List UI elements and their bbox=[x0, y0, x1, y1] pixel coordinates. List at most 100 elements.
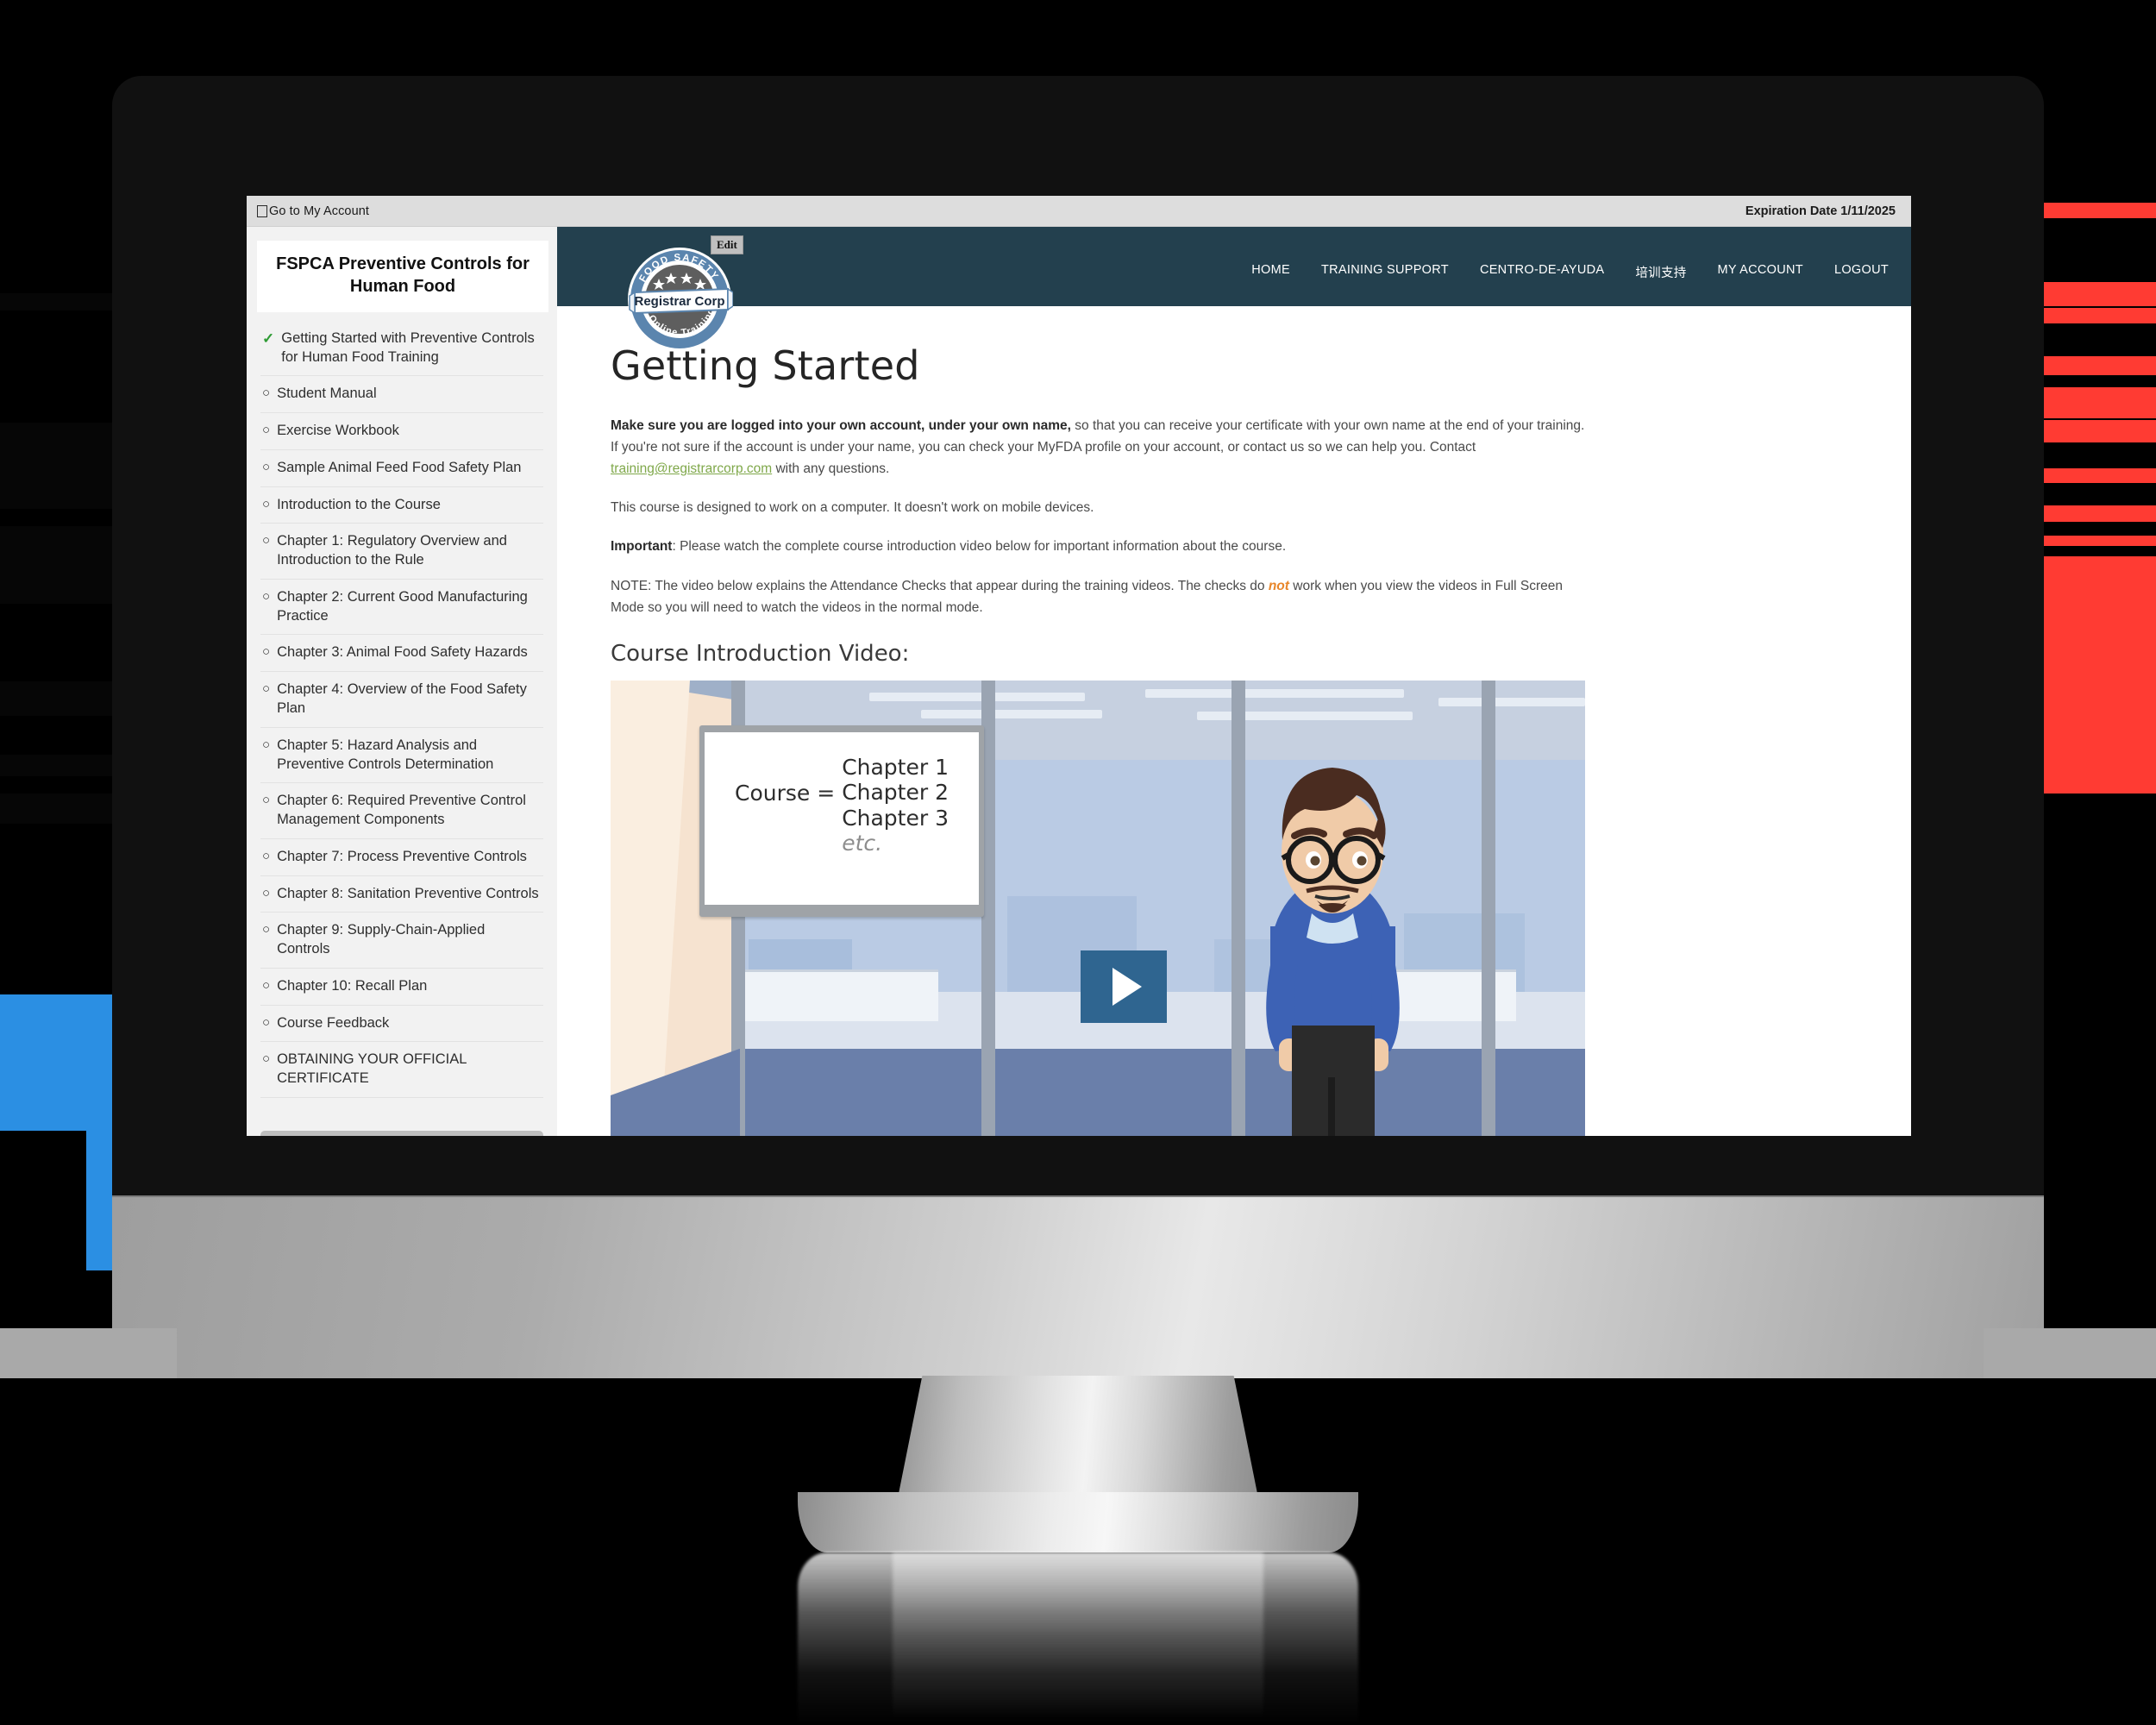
sidebar-item[interactable]: ○ Chapter 10: Recall Plan bbox=[260, 969, 543, 1006]
whiteboard-chapter-list: Chapter 1 Chapter 2 Chapter 3 etc. bbox=[842, 755, 949, 856]
sidebar-item[interactable]: ○ Course Feedback bbox=[260, 1006, 543, 1043]
circle-icon: ○ bbox=[262, 533, 271, 549]
sidebar-item[interactable]: ✓ Getting Started with Preventive Control… bbox=[260, 321, 543, 377]
paragraph-account-bold: Make sure you are logged into your own a… bbox=[611, 418, 1071, 433]
sidebar-item[interactable]: ○ Chapter 3: Animal Food Safety Hazards bbox=[260, 635, 543, 673]
sidebar-item[interactable]: ○ Chapter 8: Sanitation Preventive Contro… bbox=[260, 876, 543, 913]
nav-item[interactable]: LOGOUT bbox=[1834, 263, 1889, 281]
nav-item[interactable]: HOME bbox=[1251, 263, 1290, 281]
page-title: Getting Started bbox=[611, 342, 920, 389]
sidebar-item-label: Course Feedback bbox=[277, 1014, 390, 1031]
circle-icon: ○ bbox=[262, 1051, 271, 1067]
nav-item[interactable]: CENTRO-DE-AYUDA bbox=[1480, 263, 1604, 281]
video-window-mullion bbox=[1482, 680, 1495, 1136]
video-presenter-character bbox=[1266, 767, 1400, 1136]
decor-gray-strip-right bbox=[1984, 1328, 2156, 1378]
sidebar-item-label: Chapter 6: Required Preventive Control M… bbox=[277, 793, 526, 828]
note-pre: NOTE: The video below explains the Atten… bbox=[611, 578, 1269, 593]
monitor-screen: Go to My Account Expiration Date 1/11/20… bbox=[247, 196, 1911, 1136]
registrar-corp-logo[interactable]: FOOD SAFETY Online Training Registrar Co… bbox=[626, 246, 734, 353]
scene: Go to My Account Expiration Date 1/11/20… bbox=[0, 0, 2156, 1725]
video-ceiling-strip bbox=[1145, 688, 1404, 698]
video-play-button[interactable] bbox=[1081, 950, 1167, 1023]
checkbox-icon[interactable] bbox=[257, 204, 267, 217]
circle-icon: ○ bbox=[262, 588, 271, 604]
whiteboard-line-2: Chapter 2 bbox=[842, 780, 949, 806]
sidebar-item-label: Chapter 3: Animal Food Safety Hazards bbox=[277, 644, 528, 661]
sidebar-item[interactable]: ○ Chapter 6: Required Preventive Control… bbox=[260, 783, 543, 839]
course-sidebar: FSPCA Preventive Controls for Human Food… bbox=[247, 227, 557, 1136]
account-link-group[interactable]: Go to My Account bbox=[257, 204, 369, 218]
circle-icon: ○ bbox=[262, 848, 271, 863]
circle-icon: ○ bbox=[262, 496, 271, 511]
nav-item[interactable]: MY ACCOUNT bbox=[1718, 263, 1803, 281]
check-icon: ✓ bbox=[262, 329, 275, 347]
course-title-box: FSPCA Preventive Controls for Human Food bbox=[257, 241, 548, 312]
important-label: Important bbox=[611, 539, 673, 555]
nav-item[interactable]: 培训支持 bbox=[1635, 263, 1686, 281]
browser-utility-bar: Go to My Account Expiration Date 1/11/20… bbox=[247, 196, 1911, 227]
sidebar-item-label: Introduction to the Course bbox=[277, 496, 441, 512]
paragraph-important: Important: Please watch the complete cou… bbox=[611, 536, 1585, 557]
page-body: FSPCA Preventive Controls for Human Food… bbox=[247, 227, 1911, 1136]
sidebar-item[interactable]: ○ Chapter 1: Regulatory Overview and Int… bbox=[260, 524, 543, 580]
video-ceiling-strip bbox=[1438, 697, 1585, 706]
video-desk bbox=[740, 969, 938, 1021]
decor-gray-strip-left bbox=[0, 1328, 177, 1378]
training-email-link[interactable]: training@registrarcorp.com bbox=[611, 461, 772, 476]
circle-icon: ○ bbox=[262, 1014, 271, 1030]
paragraph-account: Make sure you are logged into your own a… bbox=[611, 415, 1585, 480]
video-window-mullion bbox=[1232, 680, 1245, 1136]
course-progress-bar bbox=[260, 1130, 543, 1136]
video-section-label: Course Introduction Video: bbox=[611, 640, 910, 667]
sidebar-item[interactable]: ○ Chapter 4: Overview of the Food Safety … bbox=[260, 672, 543, 728]
sidebar-item-label: Chapter 7: Process Preventive Controls bbox=[277, 848, 527, 864]
sidebar-item[interactable]: ○ Introduction to the Course bbox=[260, 487, 543, 524]
svg-text:Registrar Corp: Registrar Corp bbox=[634, 294, 724, 309]
course-intro-video[interactable]: Course = Chapter 1 Chapter 2 Chapter 3 e… bbox=[611, 680, 1585, 1136]
video-ceiling-strip bbox=[921, 709, 1102, 718]
sidebar-item[interactable]: ○ Student Manual bbox=[260, 376, 543, 414]
sidebar-item-label: Getting Started with Preventive Controls… bbox=[281, 329, 535, 365]
circle-icon: ○ bbox=[262, 423, 271, 438]
sidebar-item-label: Chapter 8: Sanitation Preventive Control… bbox=[277, 885, 539, 901]
sidebar-item[interactable]: ○ OBTAINING YOUR OFFICIAL CERTIFICATE bbox=[260, 1042, 543, 1098]
circle-icon: ○ bbox=[262, 681, 271, 697]
sidebar-item-label: Chapter 10: Recall Plan bbox=[277, 977, 428, 994]
circle-icon: ○ bbox=[262, 977, 271, 993]
monitor-chin bbox=[112, 1197, 2044, 1378]
paragraph-account-tail: with any questions. bbox=[772, 461, 890, 477]
paragraph-desktop-only: This course is designed to work on a com… bbox=[611, 500, 1094, 516]
go-to-my-account-link[interactable]: Go to My Account bbox=[269, 204, 369, 218]
sidebar-item[interactable]: ○ Chapter 7: Process Preventive Controls bbox=[260, 839, 543, 876]
sidebar-item-label: Chapter 5: Hazard Analysis and Preventiv… bbox=[277, 737, 494, 772]
video-whiteboard-surface: Course = Chapter 1 Chapter 2 Chapter 3 e… bbox=[705, 731, 979, 905]
main-content: Edit HOME TRAINING SUPPORT CENTRO-DE-AYUDA… bbox=[557, 227, 1911, 1136]
sidebar-item[interactable]: ○ Exercise Workbook bbox=[260, 413, 543, 450]
circle-icon: ○ bbox=[262, 885, 271, 900]
sidebar-item-label: Sample Animal Feed Food Safety Plan bbox=[277, 459, 522, 475]
circle-icon: ○ bbox=[262, 737, 271, 752]
video-floor bbox=[731, 1048, 1585, 1136]
sidebar-item-label: OBTAINING YOUR OFFICIAL CERTIFICATE bbox=[277, 1051, 467, 1087]
circle-icon: ○ bbox=[262, 793, 271, 808]
sidebar-item-label: Exercise Workbook bbox=[277, 423, 399, 439]
expiration-date-label: Expiration Date 1/11/2025 bbox=[1745, 204, 1896, 218]
video-whiteboard: Course = Chapter 1 Chapter 2 Chapter 3 e… bbox=[699, 724, 984, 917]
sidebar-item[interactable]: ○ Chapter 5: Hazard Analysis and Prevent… bbox=[260, 728, 543, 784]
sidebar-item-label: Student Manual bbox=[277, 386, 377, 402]
sidebar-item[interactable]: ○ Chapter 9: Supply-Chain-Applied Control… bbox=[260, 913, 543, 969]
sidebar-item-label: Chapter 1: Regulatory Overview and Intro… bbox=[277, 533, 507, 568]
site-header: Edit HOME TRAINING SUPPORT CENTRO-DE-AYUDA… bbox=[557, 227, 1911, 306]
sidebar-item[interactable]: ○ Chapter 2: Current Good Manufacturing … bbox=[260, 580, 543, 636]
sidebar-item-label: Chapter 2: Current Good Manufacturing Pr… bbox=[277, 588, 528, 624]
sidebar-item[interactable]: ○ Sample Animal Feed Food Safety Plan bbox=[260, 450, 543, 487]
circle-icon: ○ bbox=[262, 386, 271, 401]
course-menu: ✓ Getting Started with Preventive Control… bbox=[260, 321, 543, 1098]
circle-icon: ○ bbox=[262, 459, 271, 474]
whiteboard-line-4: etc. bbox=[842, 831, 883, 856]
nav-item[interactable]: TRAINING SUPPORT bbox=[1321, 263, 1449, 281]
note-emphasis: not bbox=[1268, 578, 1289, 593]
video-ceiling-strip bbox=[869, 692, 1085, 701]
monitor-stand-reflection bbox=[798, 1552, 1358, 1725]
